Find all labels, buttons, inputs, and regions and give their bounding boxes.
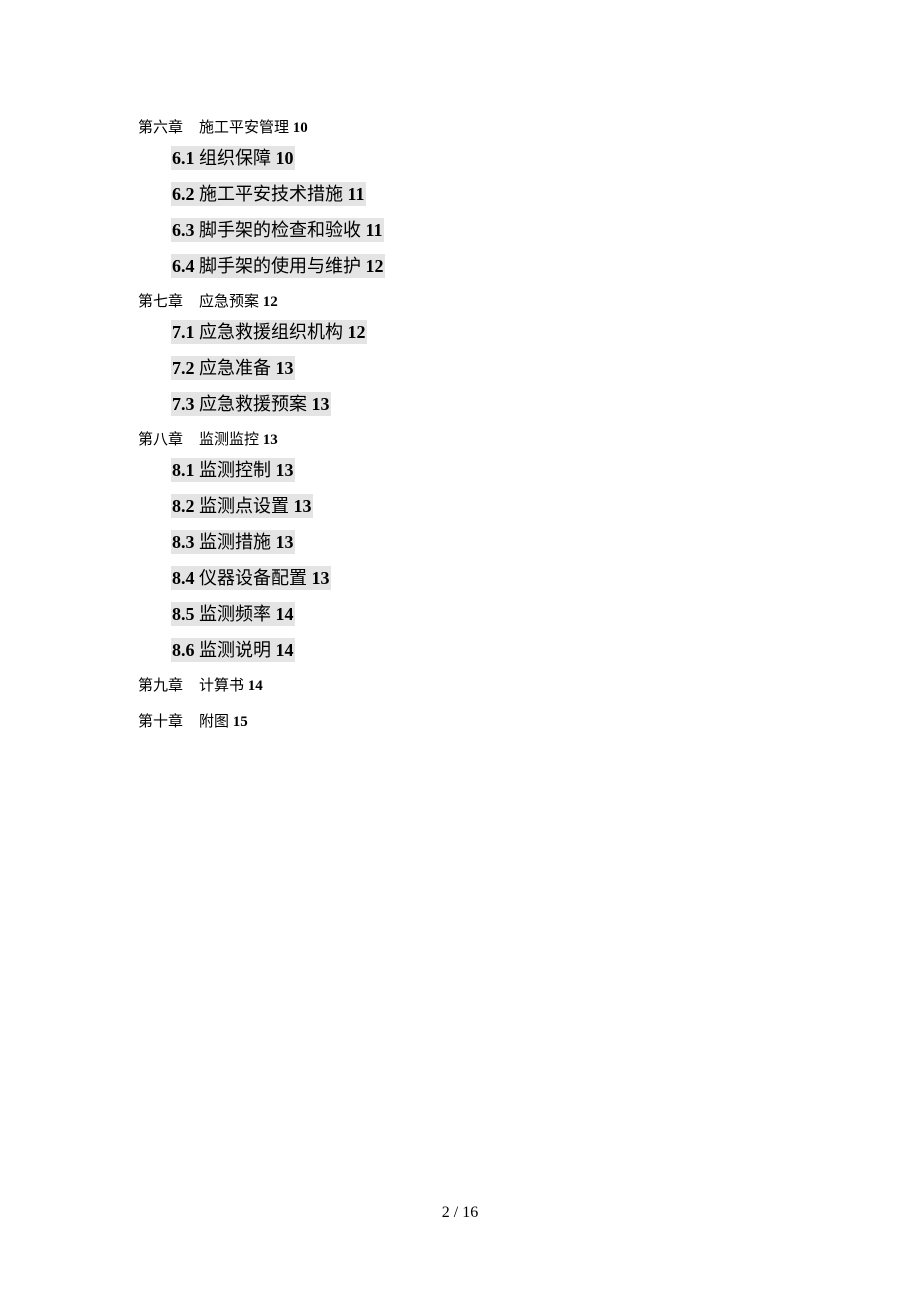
chapter-page-number: 13 <box>262 432 278 448</box>
section-title: 监测说明 <box>199 640 271 660</box>
toc-field-highlight: 7.2 应急准备 13 <box>171 356 295 380</box>
toc-field-highlight: 6.3 脚手架的检查和验收 11 <box>171 218 384 242</box>
section-number: 6.3 <box>172 220 195 240</box>
total-page-count: 16 <box>462 1204 479 1221</box>
section-title: 监测控制 <box>199 460 271 480</box>
toc-section-entry[interactable]: 6.3 脚手架的检查和验收 11 <box>171 212 385 248</box>
toc-chapter-entry[interactable]: 第六章 施工平安管理 10 <box>138 116 385 140</box>
chapter-title: 应急预案 <box>199 294 260 310</box>
section-number: 6.4 <box>172 256 195 276</box>
toc-field-highlight: 7.1 应急救援组织机构 12 <box>171 320 367 344</box>
chapter-label: 第八章 <box>138 432 184 448</box>
toc-section-entry[interactable]: 6.4 脚手架的使用与维护 12 <box>171 248 385 284</box>
chapter-page-number: 14 <box>247 678 263 694</box>
toc-chapter-entry[interactable]: 第八章 监测监控 13 <box>138 428 385 452</box>
section-number: 7.2 <box>172 358 195 378</box>
section-page-number: 12 <box>365 256 384 276</box>
section-number: 8.6 <box>172 640 195 660</box>
section-page-number: 11 <box>365 220 383 240</box>
toc-field-highlight: 6.2 施工平安技术措施 11 <box>171 182 366 206</box>
section-number: 8.2 <box>172 496 195 516</box>
section-page-number: 13 <box>293 496 312 516</box>
section-title: 仪器设备配置 <box>199 568 307 588</box>
toc-field-highlight: 8.2 监测点设置 13 <box>171 494 313 518</box>
toc-chapter-entry[interactable]: 第九章 计算书 14 <box>138 674 385 698</box>
current-page-number: 2 <box>441 1204 450 1221</box>
section-number: 8.1 <box>172 460 195 480</box>
toc-section-entry[interactable]: 8.4 仪器设备配置 13 <box>171 560 385 596</box>
section-number: 6.2 <box>172 184 195 204</box>
section-page-number: 10 <box>275 148 294 168</box>
chapter-title: 施工平安管理 <box>199 120 290 136</box>
toc-chapter-entry[interactable]: 第七章 应急预案 12 <box>138 290 385 314</box>
section-page-number: 13 <box>275 532 294 552</box>
section-number: 8.5 <box>172 604 195 624</box>
toc-section-entry[interactable]: 7.1 应急救援组织机构 12 <box>171 314 385 350</box>
toc-section-entry[interactable]: 6.2 施工平安技术措施 11 <box>171 176 385 212</box>
section-number: 8.3 <box>172 532 195 552</box>
chapter-page-number: 10 <box>292 120 308 136</box>
section-title: 脚手架的检查和验收 <box>199 220 361 240</box>
section-title: 组织保障 <box>199 148 271 168</box>
toc-section-entry[interactable]: 8.5 监测频率 14 <box>171 596 385 632</box>
page-footer: 2 / 16 <box>0 1204 920 1222</box>
chapter-label: 第九章 <box>138 678 184 694</box>
section-page-number: 14 <box>275 604 294 624</box>
section-page-number: 13 <box>275 460 294 480</box>
chapter-title: 监测监控 <box>199 432 260 448</box>
chapter-page-number: 12 <box>262 294 278 310</box>
toc-field-highlight: 7.3 应急救援预案 13 <box>171 392 331 416</box>
section-title: 应急救援组织机构 <box>199 322 343 342</box>
section-title: 脚手架的使用与维护 <box>199 256 361 276</box>
section-page-number: 13 <box>311 394 330 414</box>
chapter-title: 附图 <box>199 714 230 730</box>
toc-chapter-entry[interactable]: 第十章 附图 15 <box>138 710 385 734</box>
toc-field-highlight: 8.4 仪器设备配置 13 <box>171 566 331 590</box>
section-page-number: 13 <box>311 568 330 588</box>
toc-section-entry[interactable]: 8.2 监测点设置 13 <box>171 488 385 524</box>
toc-field-highlight: 8.6 监测说明 14 <box>171 638 295 662</box>
toc-field-highlight: 6.1 组织保障 10 <box>171 146 295 170</box>
section-title: 监测点设置 <box>199 496 289 516</box>
section-title: 施工平安技术措施 <box>199 184 343 204</box>
toc-section-entry[interactable]: 6.1 组织保障 10 <box>171 140 385 176</box>
section-page-number: 11 <box>347 184 365 204</box>
toc-section-entry[interactable]: 8.1 监测控制 13 <box>171 452 385 488</box>
toc-section-entry[interactable]: 7.3 应急救援预案 13 <box>171 386 385 422</box>
chapter-label: 第六章 <box>138 120 184 136</box>
toc-field-highlight: 8.3 监测措施 13 <box>171 530 295 554</box>
section-number: 7.3 <box>172 394 195 414</box>
chapter-label: 第十章 <box>138 714 184 730</box>
section-number: 7.1 <box>172 322 195 342</box>
section-number: 6.1 <box>172 148 195 168</box>
chapter-page-number: 15 <box>232 714 248 730</box>
page-separator: / <box>453 1204 459 1221</box>
toc-field-highlight: 8.1 监测控制 13 <box>171 458 295 482</box>
table-of-contents: 第六章 施工平安管理 10 6.1 组织保障 10 6.2 施工平安技术措施 11 6.… <box>138 116 385 734</box>
toc-section-entry[interactable]: 8.6 监测说明 14 <box>171 632 385 668</box>
toc-section-entry[interactable]: 8.3 监测措施 13 <box>171 524 385 560</box>
chapter-label: 第七章 <box>138 294 184 310</box>
section-page-number: 13 <box>275 358 294 378</box>
toc-field-highlight: 8.5 监测频率 14 <box>171 602 295 626</box>
section-title: 应急救援预案 <box>199 394 307 414</box>
toc-field-highlight: 6.4 脚手架的使用与维护 12 <box>171 254 385 278</box>
chapter-title: 计算书 <box>199 678 245 694</box>
section-title: 监测措施 <box>199 532 271 552</box>
section-number: 8.4 <box>172 568 195 588</box>
section-page-number: 12 <box>347 322 366 342</box>
toc-section-entry[interactable]: 7.2 应急准备 13 <box>171 350 385 386</box>
section-title: 应急准备 <box>199 358 271 378</box>
section-page-number: 14 <box>275 640 294 660</box>
section-title: 监测频率 <box>199 604 271 624</box>
